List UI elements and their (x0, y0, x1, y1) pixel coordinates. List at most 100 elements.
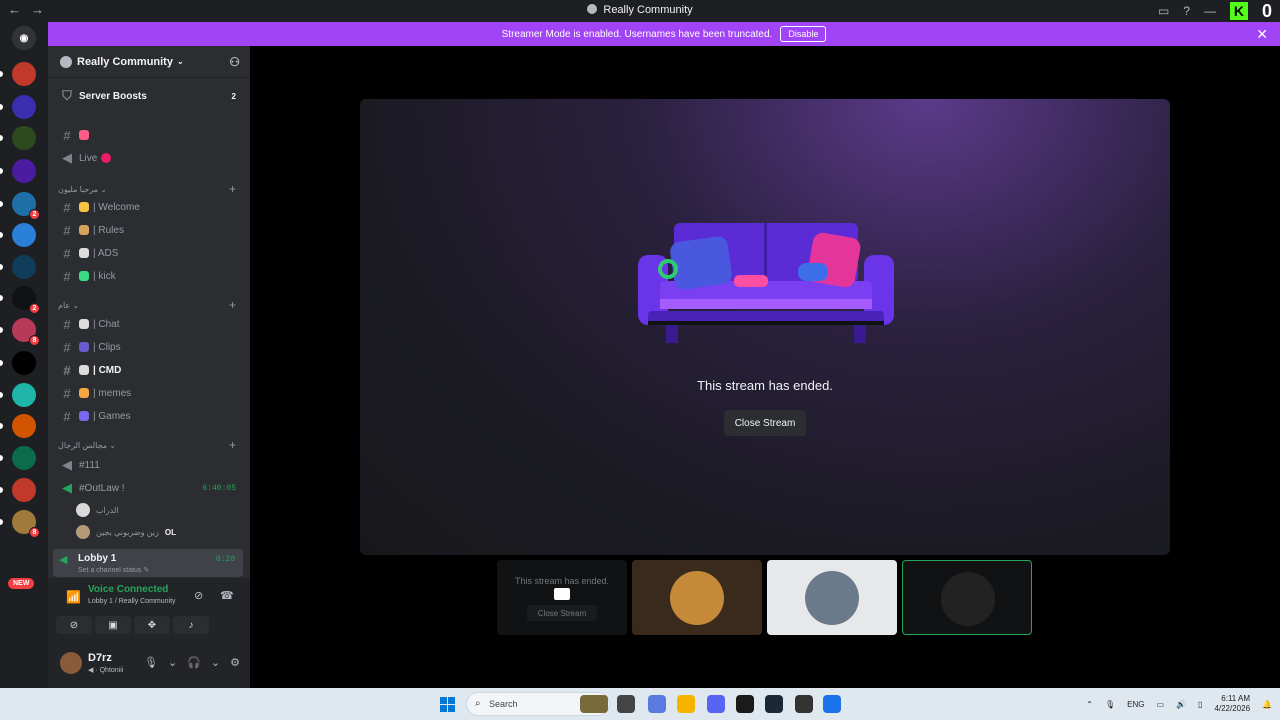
server-icon[interactable] (12, 62, 36, 86)
server-icon[interactable]: 8 (12, 318, 40, 346)
camera-button[interactable]: ⊘ (56, 616, 92, 634)
voice-channel-111[interactable]: ◀ #111 (56, 455, 244, 475)
headphones-icon[interactable]: 🎧 (187, 656, 201, 669)
channel-live[interactable]: ◀ Live (56, 148, 244, 168)
user-panel: D7rz ◀ · Qhtoniii 🎙 ⌄ 🎧 ⌄ ⚙ (48, 640, 250, 688)
unread-indicator (0, 423, 3, 429)
channel-heart[interactable]: # (56, 125, 244, 145)
text-channel[interactable]: # | memes (56, 383, 244, 403)
server-icon[interactable] (12, 478, 36, 502)
windows-start-icon[interactable] (440, 697, 455, 712)
server-header[interactable]: Really Community ⌄ ⚇ (48, 46, 250, 78)
microphone-icon[interactable]: 🎙 (144, 656, 158, 669)
text-channel[interactable]: # | Games (56, 406, 244, 426)
close-stream-button[interactable]: Close Stream (724, 410, 806, 436)
network-icon[interactable]: ▭ (1157, 700, 1165, 709)
inbox-icon[interactable]: ▭ (1158, 4, 1169, 18)
voice-channel-lobby[interactable]: ◀ Lobby 1 Set a channel status ✎ 8:20 (53, 549, 243, 577)
text-channel[interactable]: # | CMD (56, 360, 244, 380)
stream-ended-text: This stream has ended. (697, 378, 833, 393)
battery-icon[interactable]: ▯ (1198, 700, 1202, 709)
voice-user[interactable]: الدراب (76, 502, 118, 518)
taskbar-app-icon[interactable] (765, 695, 783, 713)
server-icon[interactable] (12, 414, 36, 438)
screen-share-button[interactable]: ▣ (95, 616, 131, 634)
taskbar-app-icon[interactable] (823, 695, 841, 713)
disable-button[interactable]: Disable (780, 26, 827, 42)
channel-emoji-icon (79, 388, 89, 398)
close-banner-icon[interactable]: ✕ (1256, 26, 1268, 43)
category-3[interactable]: مجالس الرجال ⌄ + (58, 438, 242, 452)
server-icon[interactable]: 2 (12, 286, 40, 314)
taskbar-app-icon[interactable] (795, 695, 813, 713)
language-indicator[interactable]: ENG (1127, 700, 1144, 709)
text-channel[interactable]: # | Chat (56, 314, 244, 334)
disconnect-icon[interactable]: ☎ (220, 589, 234, 602)
taskbar-app-icon[interactable] (736, 695, 754, 713)
participant-tile-stream[interactable]: This stream has ended. Close Stream (497, 560, 627, 635)
voice-outlaw-timer: 6:40:05 (202, 483, 236, 493)
taskbar-app-icon[interactable] (707, 695, 725, 713)
voice-channel-outlaw[interactable]: ◀ #OutLaw ! 6:40:05 (56, 478, 244, 498)
minimize-icon[interactable]: — (1204, 4, 1216, 18)
server-icon[interactable] (12, 223, 36, 247)
channel-label: | Clips (93, 341, 121, 353)
category-1[interactable]: مرحبا مليون ⌄ + (58, 182, 242, 196)
taskbar-app-icon[interactable] (580, 695, 608, 713)
voice-user[interactable]: زين وضربوني بجين OL (76, 524, 176, 540)
category-2[interactable]: عام ⌄ + (58, 298, 242, 312)
participant-tile-speaking[interactable] (902, 560, 1032, 635)
add-channel-icon[interactable]: + (229, 182, 236, 196)
text-channel[interactable]: # | Rules (56, 220, 244, 240)
server-icon[interactable] (12, 446, 36, 470)
discord-home-icon[interactable]: ◉ (12, 26, 36, 50)
clock-date: 4/22/2026 (1214, 704, 1251, 713)
avatar[interactable] (60, 652, 82, 674)
text-channel[interactable]: # | ADS (56, 243, 244, 263)
noise-suppression-icon[interactable]: ⊘ (194, 589, 203, 602)
server-icon[interactable]: 2 (12, 192, 40, 220)
server-boosts[interactable]: ⛉ Server Boosts 2 (56, 86, 244, 106)
add-channel-icon[interactable]: + (229, 298, 236, 312)
channel-status[interactable]: Set a channel status ✎ (78, 566, 149, 574)
chevron-down-icon[interactable]: ⌄ (211, 656, 220, 669)
help-icon[interactable]: ? (1183, 4, 1190, 18)
add-channel-icon[interactable]: + (229, 438, 236, 452)
soundboard-button[interactable]: ♪ (173, 616, 209, 634)
server-icon[interactable]: 8 (12, 510, 40, 538)
text-channel[interactable]: # | Welcome (56, 197, 244, 217)
clock[interactable]: 6:11 AM 4/22/2026 (1214, 694, 1250, 714)
search-placeholder: Search (489, 699, 518, 709)
banner-text: Streamer Mode is enabled. Usernames have… (501, 28, 773, 40)
server-boosts-count: 2 (231, 91, 236, 101)
gear-icon[interactable]: ⚙ (230, 656, 240, 669)
new-badge: NEW (8, 578, 35, 589)
participant-tile[interactable] (632, 560, 762, 635)
chevron-down-icon[interactable]: ⌄ (168, 656, 177, 669)
server-icon[interactable] (12, 159, 36, 183)
chevron-up-icon[interactable]: ⌃ (1086, 700, 1093, 709)
server-icon[interactable] (12, 255, 36, 279)
kick-logo-icon: K (1229, 2, 1248, 20)
text-channel[interactable]: # | Clips (56, 337, 244, 357)
taskbar-app-icon[interactable] (648, 695, 666, 713)
server-icon[interactable] (12, 383, 36, 407)
text-channel[interactable]: # | kick (56, 266, 244, 286)
microphone-icon[interactable]: 🎙 (1105, 700, 1115, 709)
signal-icon[interactable]: 📶 (66, 590, 81, 604)
add-user-icon[interactable]: ⚇ (229, 55, 240, 69)
server-icon[interactable] (12, 126, 36, 150)
activities-button[interactable]: ✥ (134, 616, 170, 634)
avatar (76, 525, 90, 539)
server-icon[interactable] (12, 351, 36, 375)
voice-connected-panel: 📶 Voice Connected Lobby 1 / Really Commu… (48, 578, 250, 640)
tile-close-stream-button[interactable]: Close Stream (527, 605, 597, 621)
volume-icon[interactable]: 🔊 (1176, 700, 1186, 709)
channel-emoji-icon (79, 271, 89, 281)
taskbar-app-icon[interactable] (677, 695, 695, 713)
notification-bell-icon[interactable]: 🔔 (1262, 700, 1272, 709)
taskbar-app-icon[interactable] (617, 695, 635, 713)
kick-count: 0 (1261, 0, 1272, 21)
participant-tile[interactable] (767, 560, 897, 635)
server-icon[interactable] (12, 95, 36, 119)
